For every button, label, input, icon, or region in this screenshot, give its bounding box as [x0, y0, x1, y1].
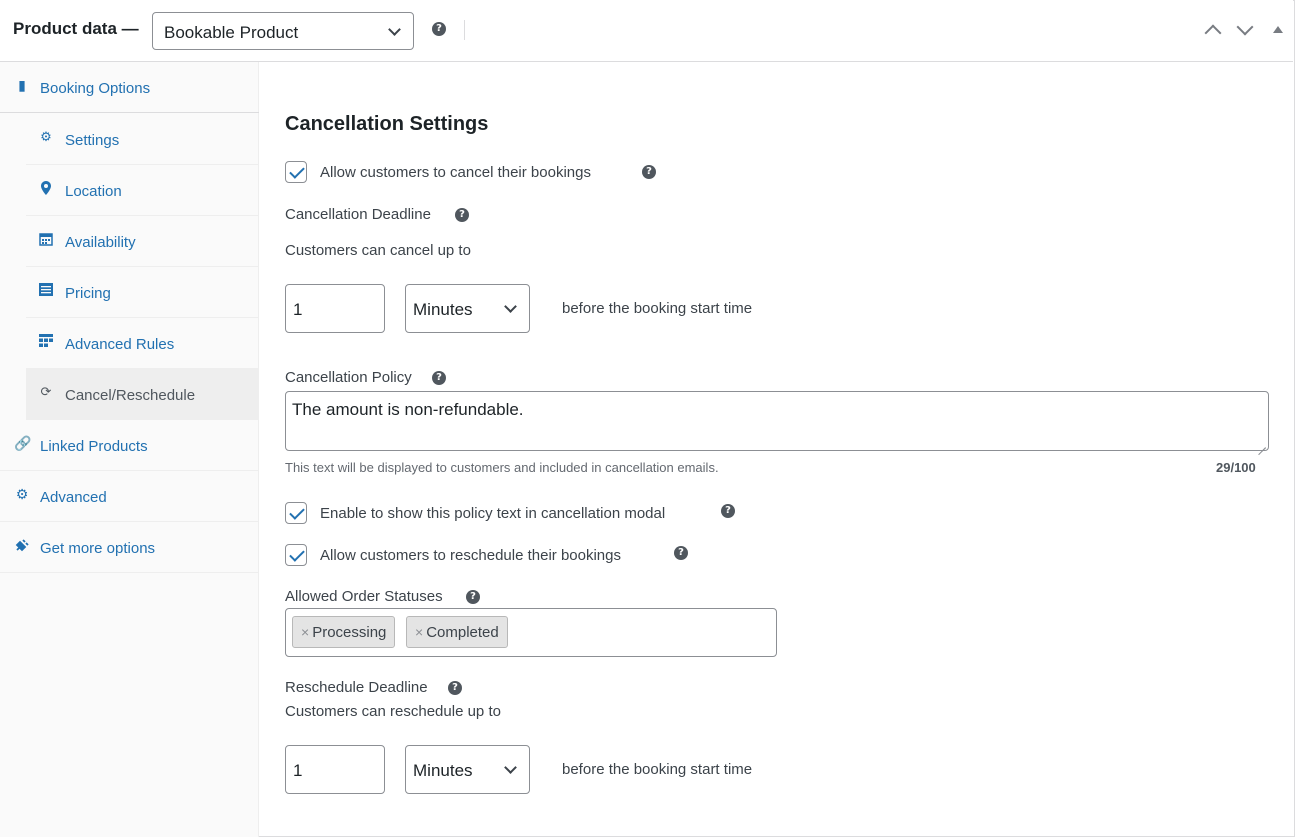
resize-handle-icon[interactable] — [1256, 438, 1266, 448]
sidebar-item-advanced-rules[interactable]: Advanced Rules — [26, 318, 259, 369]
sidebar-item-label: Linked Products — [40, 438, 148, 455]
show-policy-checkbox[interactable] — [285, 502, 307, 524]
gear-icon: ⚙ — [40, 130, 52, 145]
refresh-icon: ⟳ — [40, 385, 52, 400]
policy-text: The amount is non-refundable. — [292, 400, 524, 419]
map-pin-icon — [38, 181, 54, 197]
product-type-select[interactable]: Bookable Product — [152, 12, 414, 50]
panel-header: Product data — Bookable Product ? — [0, 0, 1293, 62]
sidebar-item-label: Availability — [65, 234, 136, 251]
collapse-toggle-icon[interactable] — [1273, 26, 1283, 33]
sidebar-item-label: Booking Options — [40, 80, 151, 97]
section-title: Cancellation Settings — [285, 113, 489, 135]
cancel-unit-select[interactable]: Minutes — [405, 284, 530, 333]
help-icon[interactable]: ? — [455, 208, 469, 222]
allow-reschedule-checkbox[interactable] — [285, 544, 307, 566]
sidebar-item-label: Advanced — [40, 489, 107, 506]
cancel-unit-value: Minutes — [413, 300, 473, 319]
reschedule-deadline-label: Reschedule Deadline — [285, 679, 428, 696]
plugin-icon — [14, 538, 30, 554]
status-tag-label: Processing — [312, 624, 387, 641]
chevron-down-icon — [504, 761, 517, 774]
sidebar-item-label: Settings — [65, 132, 120, 149]
help-icon[interactable]: ? — [432, 22, 446, 36]
sidebar-item-get-more-options[interactable]: Get more options — [0, 522, 259, 573]
before-start-text: before the booking start time — [562, 300, 753, 317]
allow-reschedule-label: Allow customers to reschedule their book… — [320, 547, 621, 564]
help-icon[interactable]: ? — [674, 546, 688, 560]
status-tag-label: Completed — [426, 624, 499, 641]
sidebar-item-pricing[interactable]: Pricing — [26, 267, 259, 318]
list-icon — [38, 283, 54, 299]
cancellation-settings-panel: Cancellation Settings Allow customers to… — [260, 62, 1293, 837]
panel-title: Product data — — [13, 19, 139, 38]
table-icon — [38, 334, 54, 350]
gear-icon: ⚙ — [15, 487, 29, 503]
header-divider — [464, 20, 465, 40]
allow-cancel-label: Allow customers to cancel their bookings — [320, 164, 591, 181]
reschedule-unit-select[interactable]: Minutes — [405, 745, 530, 794]
sidebar-item-availability[interactable]: Availability — [26, 216, 259, 267]
policy-char-counter: 29/100 — [1216, 460, 1256, 475]
allowed-statuses-label: Allowed Order Statuses — [285, 588, 443, 605]
chevron-down-icon — [388, 23, 401, 36]
cancel-deadline-input[interactable]: 1 — [285, 284, 385, 333]
product-data-tabs: ▮ Booking Options ⚙ Settings Location Av… — [0, 62, 259, 837]
sidebar-item-settings[interactable]: ⚙ Settings — [26, 114, 259, 165]
cancel-deadline-value: 1 — [293, 300, 303, 319]
sidebar-item-label: Advanced Rules — [65, 336, 175, 353]
before-start-text: before the booking start time — [562, 761, 753, 778]
move-up-icon[interactable] — [1204, 24, 1222, 42]
sidebar-item-cancel-reschedule[interactable]: ⟳ Cancel/Reschedule — [26, 369, 259, 420]
cancellation-policy-label: Cancellation Policy — [285, 369, 412, 386]
policy-description: This text will be displayed to customers… — [285, 460, 719, 475]
sidebar-item-label: Cancel/Reschedule — [65, 387, 196, 404]
reschedule-up-to-text: Customers can reschedule up to — [285, 703, 501, 720]
allow-cancel-checkbox[interactable] — [285, 161, 307, 183]
help-icon[interactable]: ? — [642, 165, 656, 179]
link-icon: 🔗 — [14, 436, 32, 452]
help-icon[interactable]: ? — [432, 371, 446, 385]
cancel-up-to-text: Customers can cancel up to — [285, 242, 471, 259]
move-down-icon[interactable] — [1236, 18, 1254, 36]
help-icon[interactable]: ? — [448, 681, 462, 695]
reschedule-unit-value: Minutes — [413, 761, 473, 780]
reschedule-deadline-value: 1 — [293, 761, 303, 780]
remove-tag-icon[interactable]: × — [301, 624, 309, 640]
sidebar-item-advanced[interactable]: ⚙ Advanced — [0, 471, 259, 522]
sidebar-item-label: Location — [65, 183, 122, 200]
cancellation-deadline-label: Cancellation Deadline — [285, 206, 431, 223]
help-icon[interactable]: ? — [721, 504, 735, 518]
product-type-value: Bookable Product — [164, 23, 299, 42]
status-tag-processing: × Processing — [292, 616, 396, 648]
status-tag-completed: × Completed — [406, 616, 508, 648]
sidebar-item-booking-options[interactable]: ▮ Booking Options — [0, 62, 259, 113]
reschedule-deadline-input[interactable]: 1 — [285, 745, 385, 794]
chevron-down-icon — [504, 300, 517, 313]
help-icon[interactable]: ? — [466, 590, 480, 604]
cancellation-policy-textarea[interactable]: The amount is non-refundable. — [285, 391, 1269, 451]
calendar-icon — [38, 232, 54, 248]
allowed-statuses-select[interactable]: × Processing × Completed — [285, 608, 777, 657]
sidebar-item-linked-products[interactable]: 🔗 Linked Products — [0, 420, 259, 471]
sidebar-item-label: Pricing — [65, 285, 111, 302]
remove-tag-icon[interactable]: × — [415, 624, 423, 640]
book-icon: ▮ — [18, 78, 26, 94]
show-policy-label: Enable to show this policy text in cance… — [320, 505, 666, 522]
sidebar-item-label: Get more options — [40, 540, 156, 557]
sidebar-item-location[interactable]: Location — [26, 165, 259, 216]
